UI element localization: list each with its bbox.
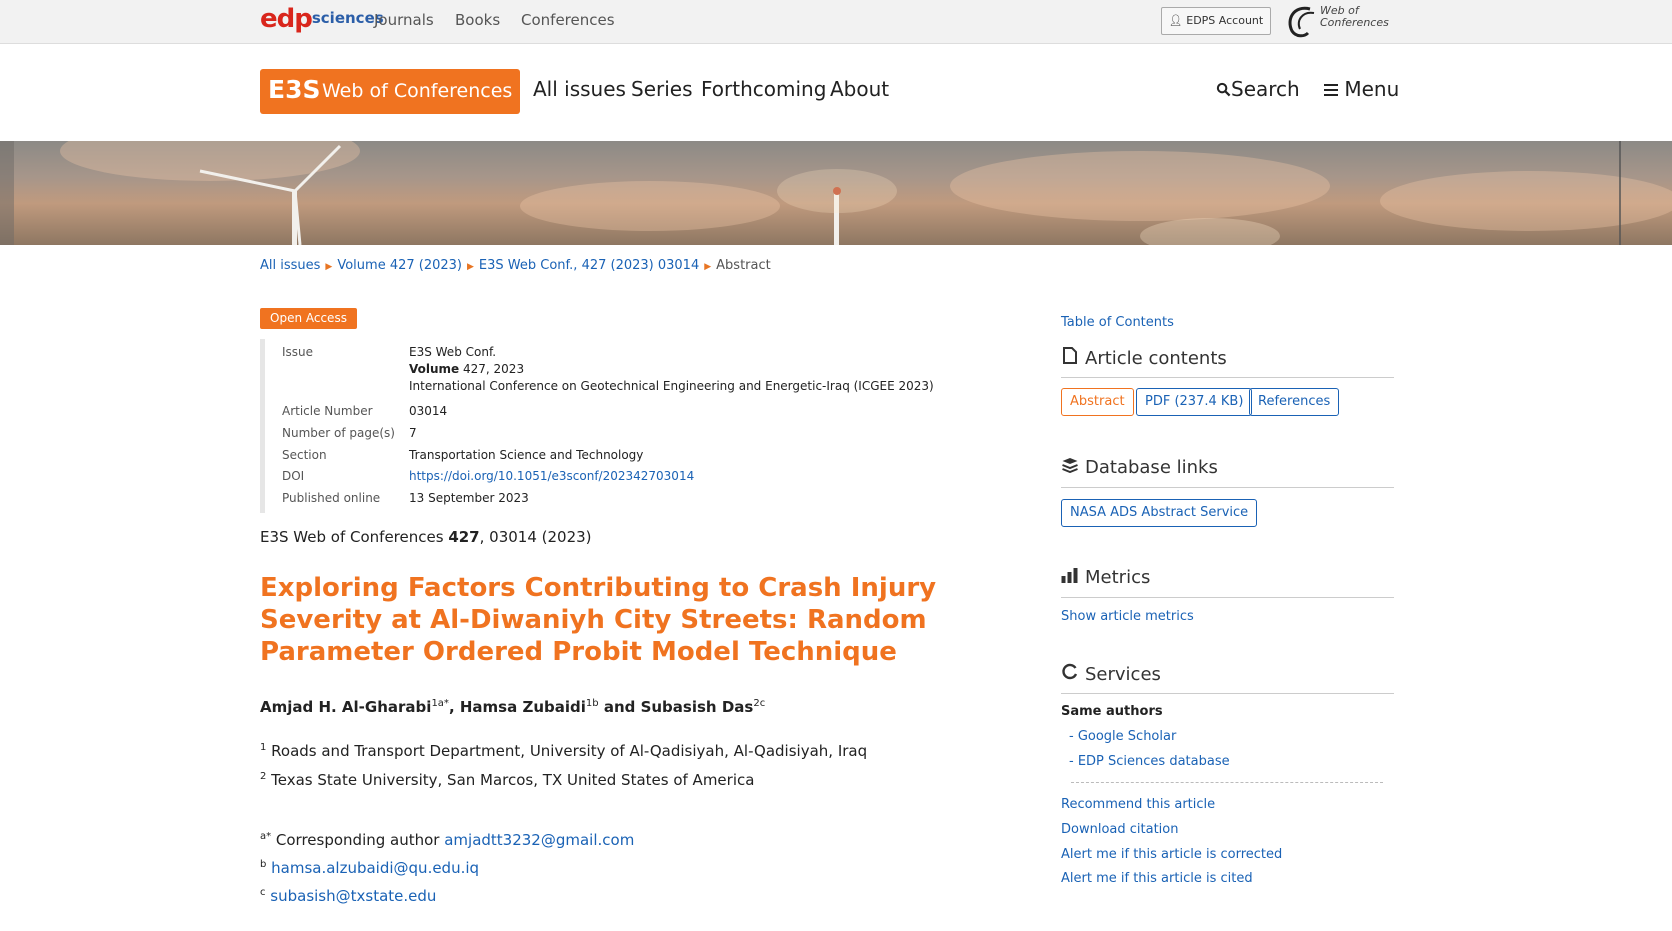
author-name[interactable]: Amjad H. Al-Gharabi [260,698,431,716]
doi-link[interactable]: https://doi.org/10.1051/e3sconf/20234270… [409,469,694,483]
search-icon [1216,82,1231,97]
nav-series[interactable]: Series [631,77,693,101]
article-metadata: Issue E3S Web Conf. Volume 427, 2023 Int… [260,339,965,513]
edp-database-link[interactable]: - EDP Sciences database [1069,754,1230,769]
article-number-value: 03014 [409,404,448,418]
corresponding-author: a* Corresponding author amjadtt3232@gmai… [260,831,635,849]
divider [1071,782,1383,783]
references-button[interactable]: References [1249,388,1340,416]
breadcrumb-current: Abstract [716,258,771,273]
metrics-heading: Metrics [1061,567,1394,598]
site-header: E3S Web of Conferences All issues Series… [0,44,1672,140]
same-authors-label: Same authors [1061,704,1163,719]
chevron-right-icon: ▶ [467,262,474,272]
nasa-ads-button[interactable]: NASA ADS Abstract Service [1061,499,1258,527]
author-email: c subasish@txstate.edu [260,887,437,905]
document-icon [1063,347,1077,364]
database-stack-icon [1062,458,1078,473]
menu-button[interactable]: Menu [1324,77,1399,101]
published-label: Published online [282,491,381,505]
google-scholar-link[interactable]: - Google Scholar [1069,729,1176,744]
breadcrumb-article[interactable]: E3S Web Conf., 427 (2023) 03014 [479,258,699,273]
table-of-contents-link[interactable]: Table of Contents [1061,315,1174,330]
nav-all-issues[interactable]: All issues [533,77,626,101]
pages-value: 7 [409,426,417,440]
email-link[interactable]: hamsa.alzubaidi@qu.edu.iq [271,859,479,877]
e3s-brand-logo[interactable]: E3S Web of Conferences [260,69,520,114]
nav-forthcoming[interactable]: Forthcoming [701,77,826,101]
published-value: 13 September 2023 [409,491,529,505]
topnav-conferences[interactable]: Conferences [521,11,615,29]
email-link[interactable]: subasish@txstate.edu [270,887,436,905]
pdf-button[interactable]: PDF (237.4 KB) [1136,388,1253,416]
services-heading: Services [1061,663,1394,694]
breadcrumb-volume[interactable]: Volume 427 (2023) [337,258,462,273]
section-value: Transportation Science and Technology [409,448,644,462]
alert-cited-link[interactable]: Alert me if this article is cited [1061,871,1253,886]
edp-sciences-logo[interactable]: edpsciences [260,4,384,36]
web-of-conferences-logo[interactable]: Web of Conferences [1284,3,1394,39]
article-contents-heading: Article contents [1061,347,1394,378]
edps-account-button[interactable]: 👤︎ EDPS Account [1161,7,1271,35]
issue-value: E3S Web Conf. Volume 427, 2023 Internati… [409,345,934,393]
open-access-badge: Open Access [260,308,357,329]
bar-chart-icon [1061,568,1078,583]
chevron-right-icon: ▶ [704,262,712,272]
woc-swirl-icon [1288,6,1315,38]
download-citation-link[interactable]: Download citation [1061,822,1178,837]
article-number-label: Article Number [282,404,373,418]
breadcrumb-all-issues[interactable]: All issues [260,258,320,273]
hamburger-icon [1324,84,1338,96]
affiliation: 1 Roads and Transport Department, Univer… [260,742,868,760]
author-name[interactable]: Hamsa Zubaidi [460,698,586,716]
email-link[interactable]: amjadtt3232@gmail.com [444,831,634,849]
doi-label: DOI [282,469,305,483]
topnav-journals[interactable]: Journals [374,11,434,29]
citation-line: E3S Web of Conferences 427, 03014 (2023) [260,528,592,546]
recommend-article-link[interactable]: Recommend this article [1061,797,1215,812]
database-links-heading: Database links [1061,457,1394,488]
user-icon: 👤︎ [1168,14,1183,27]
nav-about[interactable]: About [830,77,889,101]
wind-turbine-banner [0,141,1672,245]
breadcrumb: All issues ▶ Volume 427 (2023) ▶ E3S Web Con… [260,258,771,273]
issue-label: Issue [282,345,314,359]
top-bar: edpsciences Journals Books Conferences 👤… [0,0,1672,44]
search-button[interactable]: Search [1216,77,1300,101]
chevron-right-icon: ▶ [325,262,333,272]
topnav-books[interactable]: Books [455,11,500,29]
article-title: Exploring Factors Contributing to Crash … [260,573,937,667]
abstract-button[interactable]: Abstract [1061,388,1134,416]
wind-turbines-image [0,141,1621,245]
alert-corrected-link[interactable]: Alert me if this article is corrected [1061,847,1282,862]
section-label: Section [282,448,327,462]
author-list: Amjad H. Al-Gharabi1a*, Hamsa Zubaidi1b … [260,698,766,716]
show-metrics-link[interactable]: Show article metrics [1061,609,1194,624]
refresh-icon [1062,663,1078,680]
author-email: b hamsa.alzubaidi@qu.edu.iq [260,859,480,877]
author-name[interactable]: Subasish Das [641,698,754,716]
pages-label: Number of page(s) [282,426,395,440]
affiliation: 2 Texas State University, San Marcos, TX… [260,771,755,789]
